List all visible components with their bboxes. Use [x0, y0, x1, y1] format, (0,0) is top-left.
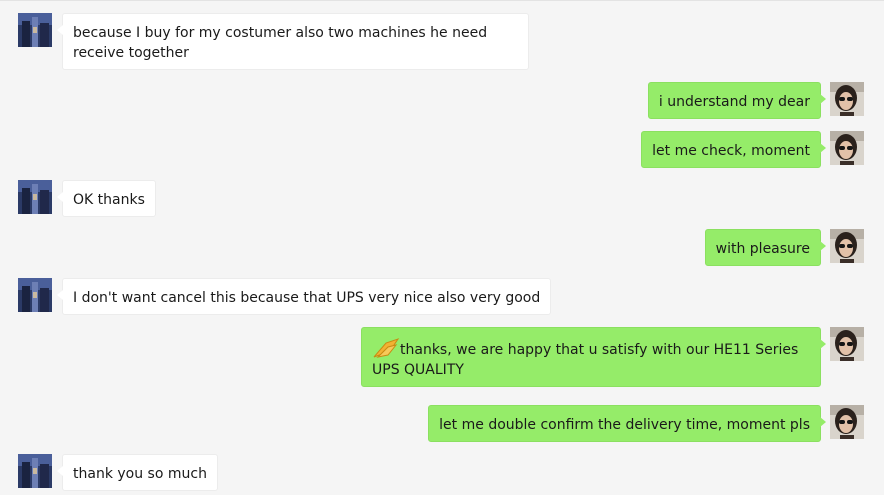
customer-avatar[interactable] [18, 454, 52, 488]
message-bubble-incoming[interactable]: OK thanks [57, 180, 156, 217]
agent-avatar[interactable] [830, 131, 864, 165]
message-text: thanks, we are happy that u satisfy with… [372, 342, 799, 378]
message-bubble-outgoing[interactable]: with pleasure [704, 229, 827, 266]
message-text: let me double confirm the delivery time,… [439, 417, 810, 433]
message-bubble-outgoing[interactable]: i understand my dear [647, 82, 827, 119]
customer-avatar[interactable] [18, 13, 52, 47]
chat-message-area[interactable]: because I buy for my costumer also two m… [0, 0, 884, 495]
agent-avatar[interactable] [830, 82, 864, 116]
message-text: with pleasure [715, 241, 810, 257]
message-bubble-incoming[interactable]: because I buy for my costumer also two m… [57, 13, 529, 70]
message-bubble-incoming[interactable]: I don't want cancel this because that UP… [56, 278, 552, 315]
message-text: I don't want cancel this because that UP… [73, 290, 541, 306]
message-text: i understand my dear [658, 94, 810, 110]
message-bubble-outgoing[interactable]: let me double confirm the delivery time,… [428, 405, 826, 442]
agent-avatar[interactable] [830, 327, 864, 361]
message-bubble-outgoing[interactable]: let me check, moment [641, 131, 826, 168]
message-bubble-outgoing[interactable]: thanks, we are happy that u satisfy with… [361, 327, 826, 387]
praying-hands-emoji-icon [372, 337, 400, 359]
agent-avatar[interactable] [830, 229, 864, 263]
customer-avatar[interactable] [18, 180, 52, 214]
message-text: thank you so much [73, 466, 207, 482]
customer-avatar[interactable] [18, 278, 52, 312]
message-text: because I buy for my costumer also two m… [73, 25, 488, 61]
message-text: OK thanks [73, 192, 145, 208]
agent-avatar[interactable] [830, 405, 864, 439]
message-text: let me check, moment [652, 143, 810, 159]
message-bubble-incoming[interactable]: thank you so much [57, 454, 218, 491]
